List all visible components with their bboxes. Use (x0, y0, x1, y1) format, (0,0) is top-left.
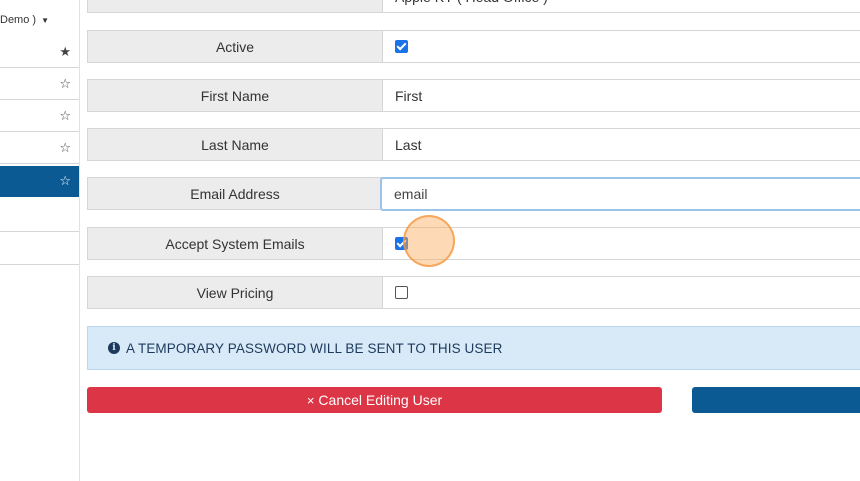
accept-emails-label: Accept System Emails (88, 228, 383, 259)
caret-down-icon: ▼ (41, 15, 49, 25)
sidebar-item[interactable]: ★ (0, 37, 79, 68)
sidebar-item-active[interactable]: ☆ (0, 166, 79, 197)
form-row-last-name: Last Name Last (87, 128, 860, 161)
star-filled-icon[interactable]: ★ (59, 44, 71, 60)
sidebar-item[interactable] (0, 201, 79, 232)
star-outline-icon[interactable]: ☆ (59, 108, 71, 124)
info-alert: i A TEMPORARY PASSWORD WILL BE SENT TO T… (87, 326, 860, 370)
info-icon: i (108, 342, 120, 354)
star-outline-icon[interactable]: ☆ (59, 140, 71, 156)
cancel-editing-label: Cancel Editing User (318, 392, 443, 408)
form-row-accept-emails: Accept System Emails (87, 227, 860, 260)
first-name-label: First Name (88, 80, 383, 111)
email-label: Email Address (88, 178, 383, 209)
form-row-active: Active (87, 30, 860, 63)
first-name-input[interactable]: First (383, 80, 860, 111)
active-value (383, 31, 860, 62)
active-checkbox[interactable] (395, 40, 408, 53)
alert-text: A TEMPORARY PASSWORD WILL BE SENT TO THI… (126, 340, 503, 356)
view-pricing-label: View Pricing (88, 277, 383, 308)
sidebar-item[interactable]: ☆ (0, 69, 79, 100)
sidebar-item[interactable] (0, 234, 79, 265)
email-input[interactable]: email (380, 177, 860, 211)
form-row-location: Apple KY ( Head Office ) (87, 0, 860, 13)
location-label (88, 0, 383, 12)
sidebar-item[interactable]: ☆ (0, 133, 79, 164)
cancel-editing-button[interactable]: × Cancel Editing User (87, 387, 662, 413)
view-pricing-checkbox[interactable] (395, 286, 408, 299)
star-outline-icon[interactable]: ☆ (59, 76, 71, 92)
view-pricing-value (383, 277, 860, 308)
star-outline-icon[interactable]: ☆ (59, 173, 71, 189)
active-label: Active (88, 31, 383, 62)
sidebar: Demo ) ▼ ★ ☆ ☆ ☆ ☆ (0, 0, 80, 481)
sidebar-item[interactable]: ☆ (0, 101, 79, 132)
form-row-view-pricing: View Pricing (87, 276, 860, 309)
save-user-button[interactable] (692, 387, 860, 413)
click-indicator (403, 215, 455, 267)
last-name-input[interactable]: Last (383, 129, 860, 160)
account-label: Demo ) (0, 14, 37, 26)
close-icon: × (306, 392, 315, 408)
account-dropdown[interactable]: Demo ) ▼ (0, 8, 79, 32)
last-name-label: Last Name (88, 129, 383, 160)
location-value[interactable]: Apple KY ( Head Office ) (383, 0, 860, 12)
form-row-first-name: First Name First (87, 79, 860, 112)
